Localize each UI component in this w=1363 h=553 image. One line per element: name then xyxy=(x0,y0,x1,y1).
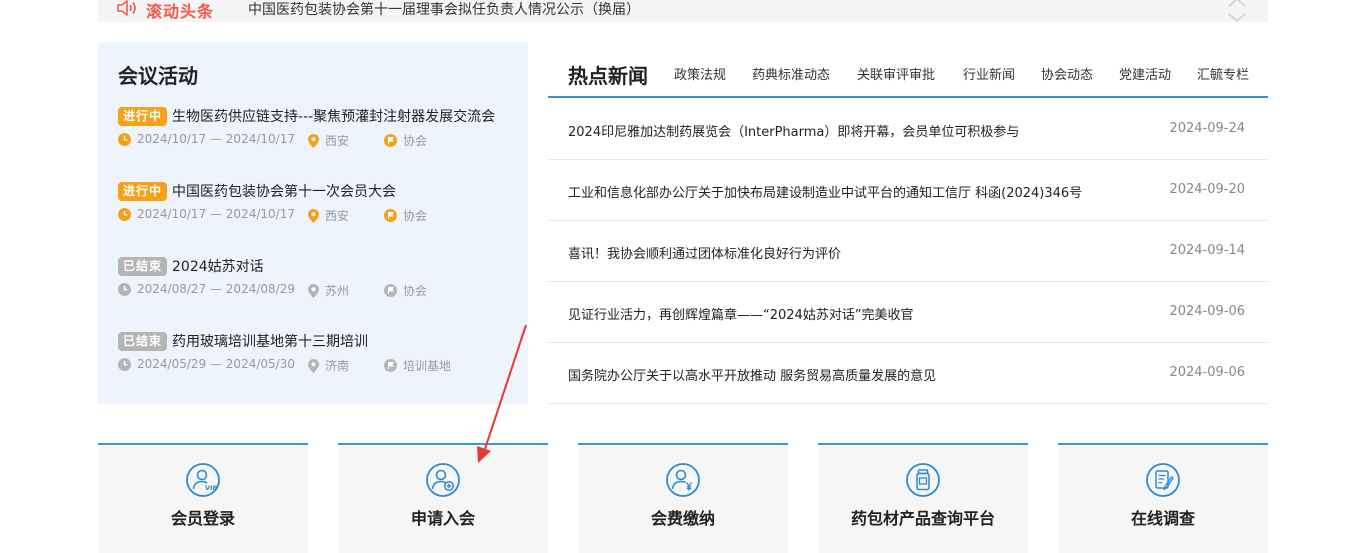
flag-icon xyxy=(384,134,397,147)
location-pin-icon xyxy=(308,208,319,223)
meeting-date: 2024/10/17 — 2024/10/17 xyxy=(118,132,295,146)
card-label: 药包材产品查询平台 xyxy=(850,509,995,528)
user-payment-icon xyxy=(666,463,700,497)
tab-association-news[interactable]: 协会动态 xyxy=(1041,64,1093,83)
meeting-title-link[interactable]: 生物医药供应链支持---聚焦预灌封注射器发展交流会 xyxy=(172,106,495,126)
status-badge: 已结束 xyxy=(118,331,168,351)
hot-news-panel: 热点新闻 政策法规 药典标准动态 关联审评审批 行业新闻 协会动态 党建活动 汇… xyxy=(548,42,1268,404)
meeting-organizer: 协会 xyxy=(384,132,427,149)
tab-pharmacopoeia-standards[interactable]: 药典标准动态 xyxy=(752,64,830,83)
news-row[interactable]: 国务院办公厅关于以高水平开放推动 服务贸易高质量发展的意见 2024-09-06 xyxy=(548,343,1268,404)
news-row[interactable]: 工业和信息化部办公厅关于加快布局建设制造业中试平台的通知工信厅 科函(2024)… xyxy=(548,160,1268,221)
news-row[interactable]: 见证行业活力，再创辉煌篇章——“2024姑苏对话”完美收官 2024-09-06 xyxy=(548,282,1268,343)
flag-icon xyxy=(384,359,397,372)
meeting-city: 济南 xyxy=(308,357,349,374)
scrolling-headlines-bar: 滚动头条 中国医药包装协会第十一届理事会拟任负责人情况公示（换届） xyxy=(98,0,1268,22)
news-date: 2024-09-06 xyxy=(1169,304,1245,319)
meeting-city: 西安 xyxy=(308,207,349,224)
meeting-date: 2024/10/17 — 2024/10/17 xyxy=(118,207,295,221)
news-header: 热点新闻 政策法规 药典标准动态 关联审评审批 行业新闻 协会动态 党建活动 汇… xyxy=(548,42,1268,98)
survey-icon xyxy=(1146,463,1180,497)
meeting-organizer: 协会 xyxy=(384,207,427,224)
add-user-icon xyxy=(426,463,460,497)
flag-icon xyxy=(384,209,397,222)
status-badge: 进行中 xyxy=(118,181,168,201)
tab-huiyu-column[interactable]: 汇毓专栏 xyxy=(1197,64,1249,83)
tab-policy-regulations[interactable]: 政策法规 xyxy=(674,64,726,83)
tab-industry-news[interactable]: 行业新闻 xyxy=(963,64,1015,83)
card-label: 会员登录 xyxy=(170,509,235,528)
clock-icon xyxy=(118,132,131,146)
clock-icon xyxy=(118,282,131,296)
meeting-item[interactable]: 进行中 中国医药包装协会第十一次会员大会 2024/10/17 — 2024/1… xyxy=(118,181,523,231)
location-pin-icon xyxy=(308,358,319,373)
news-title-link[interactable]: 2024印尼雅加达制药展览会（InterPharma）即将开幕，会员单位可积极参… xyxy=(568,121,1019,140)
location-pin-icon xyxy=(308,133,319,148)
news-row[interactable]: 2024印尼雅加达制药展览会（InterPharma）即将开幕，会员单位可积极参… xyxy=(548,99,1268,160)
news-title-link[interactable]: 见证行业活力，再创辉煌篇章——“2024姑苏对话”完美收官 xyxy=(568,304,914,323)
packaging-product-query-card[interactable]: 药包材产品查询平台 xyxy=(818,443,1028,553)
svg-text:VIP: VIP xyxy=(205,484,217,492)
meeting-organizer: 协会 xyxy=(384,282,427,299)
news-title-link[interactable]: 工业和信息化部办公厅关于加快布局建设制造业中试平台的通知工信厅 科函(2024)… xyxy=(568,182,1082,201)
tab-party-activities[interactable]: 党建活动 xyxy=(1119,64,1171,83)
member-login-card[interactable]: VIP 会员登录 xyxy=(98,443,308,553)
meeting-city: 苏州 xyxy=(308,282,349,299)
news-title: 热点新闻 xyxy=(568,64,648,88)
clock-icon xyxy=(118,357,131,371)
vip-user-icon: VIP xyxy=(186,463,220,497)
meeting-organizer: 培训基地 xyxy=(384,357,451,374)
ticker-headline-link[interactable]: 中国医药包装协会第十一届理事会拟任负责人情况公示（换届） xyxy=(248,0,640,19)
news-date: 2024-09-20 xyxy=(1169,182,1245,197)
speaker-icon xyxy=(117,0,136,16)
membership-fee-card[interactable]: 会费缴纳 xyxy=(578,443,788,553)
flag-icon xyxy=(384,284,397,297)
meeting-date: 2024/05/29 — 2024/05/30 xyxy=(118,357,295,371)
meetings-title: 会议活动 xyxy=(118,64,198,88)
news-title-link[interactable]: 喜讯！我协会顺利通过团体标准化良好行为评价 xyxy=(568,243,841,262)
meeting-city: 西安 xyxy=(308,132,349,149)
card-label: 申请入会 xyxy=(410,509,475,528)
clock-icon xyxy=(118,207,131,221)
news-date: 2024-09-06 xyxy=(1169,365,1245,380)
card-label: 在线调查 xyxy=(1130,509,1195,528)
status-badge: 进行中 xyxy=(118,106,168,126)
news-title-link[interactable]: 国务院办公厅关于以高水平开放推动 服务贸易高质量发展的意见 xyxy=(568,365,936,384)
meeting-item[interactable]: 已结束 2024姑苏对话 2024/08/27 — 2024/08/29 苏州 … xyxy=(118,256,523,306)
ticker-label: 滚动头条 xyxy=(146,2,215,21)
meeting-title-link[interactable]: 2024姑苏对话 xyxy=(172,256,264,276)
apply-membership-card[interactable]: 申请入会 xyxy=(338,443,548,553)
medicine-bottle-icon xyxy=(906,463,940,497)
meeting-date: 2024/08/27 — 2024/08/29 xyxy=(118,282,295,296)
meeting-title-link[interactable]: 中国医药包装协会第十一次会员大会 xyxy=(172,181,396,201)
meeting-item[interactable]: 进行中 生物医药供应链支持---聚焦预灌封注射器发展交流会 2024/10/17… xyxy=(118,106,523,156)
news-date: 2024-09-14 xyxy=(1169,243,1245,258)
location-pin-icon xyxy=(308,283,319,298)
card-label: 会费缴纳 xyxy=(650,509,715,528)
meeting-item[interactable]: 已结束 药用玻璃培训基地第十三期培训 2024/05/29 — 2024/05/… xyxy=(118,331,523,381)
news-row[interactable]: 喜讯！我协会顺利通过团体标准化良好行为评价 2024-09-14 xyxy=(548,221,1268,282)
status-badge: 已结束 xyxy=(118,256,168,276)
news-date: 2024-09-24 xyxy=(1169,121,1245,136)
tab-associated-review[interactable]: 关联审评审批 xyxy=(857,64,935,83)
meetings-panel: 会议活动 进行中 生物医药供应链支持---聚焦预灌封注射器发展交流会 2024/… xyxy=(98,42,528,404)
online-survey-card[interactable]: 在线调查 xyxy=(1058,443,1268,553)
meeting-title-link[interactable]: 药用玻璃培训基地第十三期培训 xyxy=(172,331,368,351)
scroll-arrows-icon[interactable] xyxy=(1226,0,1248,23)
